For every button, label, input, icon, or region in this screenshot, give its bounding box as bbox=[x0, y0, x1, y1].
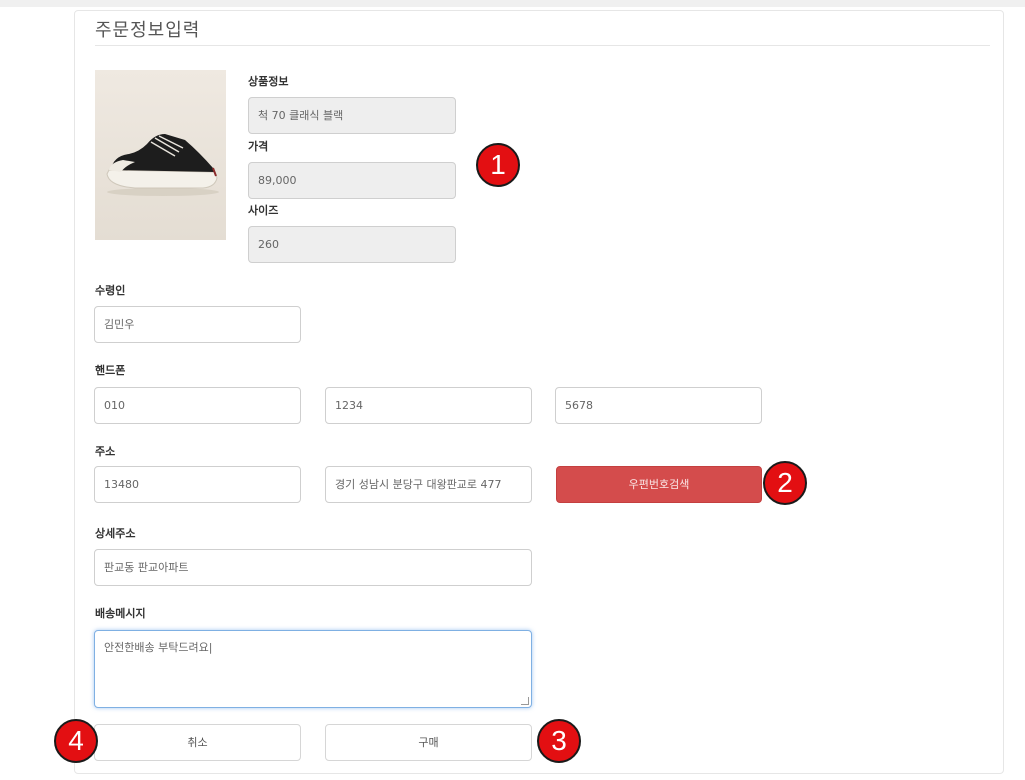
phone-label: 핸드폰 bbox=[95, 364, 126, 377]
phone-input-1[interactable]: 010 bbox=[94, 387, 301, 424]
title-divider bbox=[95, 45, 990, 46]
product-image bbox=[95, 70, 226, 240]
annotation-badge-1: 1 bbox=[476, 143, 520, 187]
product-name-field: 척 70 클래식 블랙 bbox=[248, 97, 456, 134]
resize-grip-icon[interactable] bbox=[521, 697, 529, 705]
recipient-input[interactable]: 김민우 bbox=[94, 306, 301, 343]
size-field: 260 bbox=[248, 226, 456, 263]
purchase-button[interactable]: 구매 bbox=[325, 724, 532, 761]
annotation-badge-4: 4 bbox=[54, 719, 98, 763]
street-address-input[interactable]: 경기 성남시 분당구 대왕판교로 477 bbox=[325, 466, 532, 503]
detail-address-input[interactable]: 판교동 판교아파트 bbox=[94, 549, 532, 586]
delivery-message-textarea[interactable]: 안전한배송 부탁드려요| bbox=[94, 630, 532, 708]
annotation-badge-2: 2 bbox=[763, 461, 807, 505]
delivery-message-text: 안전한배송 부탁드려요| bbox=[104, 641, 213, 654]
recipient-label: 수령인 bbox=[95, 284, 126, 297]
delivery-message-label: 배송메시지 bbox=[95, 607, 146, 620]
sneaker-icon bbox=[106, 134, 219, 196]
detail-address-label: 상세주소 bbox=[95, 527, 136, 540]
phone-input-3[interactable]: 5678 bbox=[555, 387, 762, 424]
zipcode-search-button[interactable]: 우편번호검색 bbox=[556, 466, 762, 503]
top-strip bbox=[0, 0, 1025, 7]
cancel-button[interactable]: 취소 bbox=[94, 724, 301, 761]
price-label: 가격 bbox=[248, 140, 269, 153]
zipcode-input[interactable]: 13480 bbox=[94, 466, 301, 503]
annotation-badge-3: 3 bbox=[537, 719, 581, 763]
address-label: 주소 bbox=[95, 445, 116, 458]
phone-input-2[interactable]: 1234 bbox=[325, 387, 532, 424]
price-field: 89,000 bbox=[248, 162, 456, 199]
page-title: 주문정보입력 bbox=[95, 20, 201, 41]
size-label: 사이즈 bbox=[248, 204, 279, 217]
product-info-label: 상품정보 bbox=[248, 75, 289, 88]
